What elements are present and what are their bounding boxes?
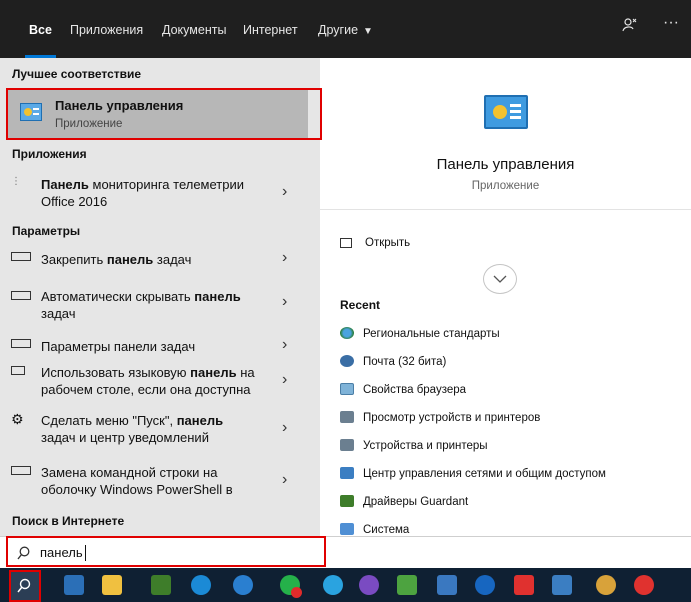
recent-item-label: Просмотр устройств и принтеров xyxy=(363,412,541,424)
detail-pane: Панель управления Приложение Открыть Rec… xyxy=(320,58,691,536)
tab-all[interactable]: Все xyxy=(25,0,56,58)
item-label: Панель мониторинга телеметрии Office 2016 xyxy=(41,177,244,209)
open-label: Открыть xyxy=(365,237,411,249)
item-label: Автоматически скрывать панель задач xyxy=(41,289,241,321)
app-icon: ⋮ xyxy=(11,176,21,187)
recent-item[interactable]: Свойства браузера xyxy=(320,382,691,402)
network-icon xyxy=(340,467,354,479)
list-item-settings[interactable]: Закрепить панель задач › xyxy=(0,246,308,272)
list-item-settings[interactable]: Автоматически скрывать панель задач › xyxy=(0,286,308,324)
notification-badge xyxy=(291,587,302,598)
divider xyxy=(320,209,691,210)
tab-web[interactable]: Интернет xyxy=(243,0,298,58)
expand-button[interactable] xyxy=(483,264,517,294)
list-item-settings[interactable]: Замена командной строки на оболочку Windo… xyxy=(0,460,308,500)
recent-item[interactable]: Центр управления сетями и общим доступом xyxy=(320,466,691,486)
recent-item[interactable]: Просмотр устройств и принтеров xyxy=(320,410,691,430)
chevron-right-icon: › xyxy=(282,419,288,436)
recent-item-label: Региональные стандарты xyxy=(363,328,500,340)
recent-item[interactable]: Драйверы Guardant xyxy=(320,494,691,514)
tab-documents[interactable]: Документы xyxy=(162,0,226,58)
recent-item[interactable]: Региональные стандарты xyxy=(320,326,691,346)
chevron-right-icon: › xyxy=(282,249,288,266)
mail-icon xyxy=(340,355,354,367)
tab-more[interactable]: Другие ▼ xyxy=(318,0,373,58)
recent-item[interactable]: Устройства и принтеры xyxy=(320,438,691,458)
tab-more-label: Другие xyxy=(318,23,359,37)
open-action[interactable]: Открыть xyxy=(340,236,460,258)
best-match-heading: Лучшее соответствие xyxy=(12,67,142,81)
recent-heading: Recent xyxy=(340,298,381,312)
viber-icon[interactable] xyxy=(359,575,379,595)
detail-subtitle: Приложение xyxy=(471,180,540,192)
taskbar-icon xyxy=(11,291,31,300)
more-icon[interactable]: ··· xyxy=(663,14,679,32)
feedback-icon[interactable] xyxy=(621,17,637,38)
telegram-icon[interactable] xyxy=(323,575,343,595)
system-icon xyxy=(340,523,354,535)
internet-options-icon xyxy=(340,383,354,395)
recent-item-label: Драйверы Guardant xyxy=(363,496,469,508)
recent-item-label: Центр управления сетями и общим доступом xyxy=(363,468,606,480)
recent-item-label: Свойства браузера xyxy=(363,384,467,396)
globe-icon xyxy=(340,327,354,339)
keyboard-icon xyxy=(11,366,25,375)
item-label: Использовать языковую панель на рабочем с… xyxy=(41,365,255,397)
printer-icon xyxy=(340,439,354,451)
taskbar-icon xyxy=(11,339,31,348)
taskbar-icon xyxy=(11,466,31,475)
recent-item-label: Почта (32 бита) xyxy=(363,356,447,368)
app-icon[interactable] xyxy=(437,575,457,595)
taskbar-icon xyxy=(11,252,31,261)
chevron-right-icon: › xyxy=(282,336,288,353)
list-item-settings[interactable]: Использовать языковую панель на рабочем с… xyxy=(0,360,308,400)
recent-item[interactable]: Система xyxy=(320,522,691,536)
control-panel-icon xyxy=(484,95,528,129)
highlight-best-match xyxy=(6,88,322,140)
recent-item[interactable]: Почта (32 бита) xyxy=(320,354,691,374)
list-item-settings[interactable]: Параметры панели задач › xyxy=(0,334,308,360)
settings-heading: Параметры xyxy=(12,224,81,238)
chevron-right-icon: › xyxy=(282,183,288,200)
edge-icon[interactable] xyxy=(191,575,211,595)
chevron-right-icon: › xyxy=(282,371,288,388)
web-search-heading: Поиск в Интернете xyxy=(12,514,125,528)
item-label: Сделать меню "Пуск", панель задач и центр… xyxy=(41,413,224,445)
detail-title: Панель управления xyxy=(436,156,575,173)
calculator-icon[interactable] xyxy=(64,575,84,595)
teamviewer-icon[interactable] xyxy=(475,575,495,595)
printer-icon xyxy=(340,411,354,423)
recent-item-label: Устройства и принтеры xyxy=(363,440,488,452)
list-item-telemetry[interactable]: ⋮ Панель мониторинга телеметрии Office 20… xyxy=(0,172,308,210)
caret-down-icon: ▼ xyxy=(363,26,373,37)
file-explorer-icon[interactable] xyxy=(102,575,122,595)
app-icon[interactable] xyxy=(397,575,417,595)
app-icon[interactable] xyxy=(596,575,616,595)
list-item-settings[interactable]: ⚙ Сделать меню "Пуск", панель задач и цен… xyxy=(0,408,308,448)
app-icon[interactable] xyxy=(151,575,171,595)
item-label: Закрепить панель задач xyxy=(41,252,192,267)
guardant-icon xyxy=(340,495,354,507)
chevron-right-icon: › xyxy=(282,471,288,488)
chevron-right-icon: › xyxy=(282,293,288,310)
gear-icon: ⚙ xyxy=(11,411,24,427)
item-label: Замена командной строки на оболочку Windo… xyxy=(41,465,233,497)
open-icon xyxy=(340,238,352,248)
app-icon[interactable] xyxy=(552,575,572,595)
highlight-search-box xyxy=(6,536,326,567)
item-label: Параметры панели задач xyxy=(41,339,196,354)
opera-icon[interactable] xyxy=(634,575,654,595)
app-icon[interactable] xyxy=(233,575,253,595)
apps-heading: Приложения xyxy=(12,147,87,161)
recent-item-label: Система xyxy=(363,524,410,536)
chevron-down-icon xyxy=(493,275,507,283)
highlight-search-button xyxy=(9,570,41,602)
anydesk-icon[interactable] xyxy=(514,575,534,595)
tab-apps[interactable]: Приложения xyxy=(70,0,143,58)
